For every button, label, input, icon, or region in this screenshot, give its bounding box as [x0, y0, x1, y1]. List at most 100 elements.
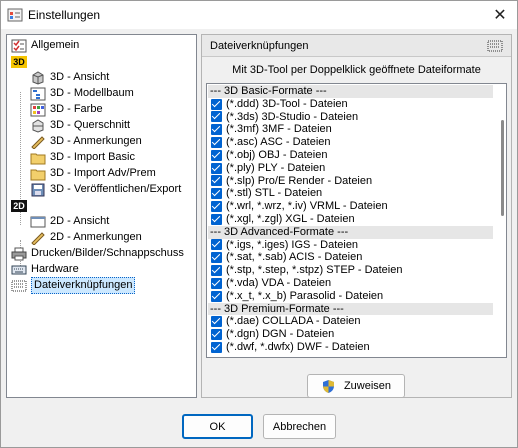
tree-item-label: 3D - Querschnitt — [50, 119, 131, 131]
format-list-item[interactable]: (*.vda) VDA - Dateien — [208, 277, 493, 290]
checkbox[interactable] — [211, 201, 222, 213]
format-label: (*.stl) STL - Dateien — [226, 187, 323, 200]
list-scrollbar[interactable] — [501, 120, 504, 216]
format-label: (*.wrl, *.wrz, *.iv) VRML - Dateien — [226, 200, 388, 213]
checkbox[interactable] — [211, 341, 222, 353]
save-icon — [31, 183, 45, 196]
checkbox[interactable] — [211, 124, 222, 136]
format-list-item[interactable]: (*.ddd) 3D-Tool - Dateien — [208, 98, 493, 111]
tree-item-label: 3D - Ansicht — [50, 71, 110, 83]
ok-button[interactable]: OK — [182, 414, 253, 439]
format-label: (*.stp, *.step, *.stpz) STEP - Dateien — [226, 264, 403, 277]
tree-item-label: 3D - Modellbaum — [50, 87, 134, 99]
tree-item-2d[interactable]: 2D — [11, 198, 31, 213]
checkbox[interactable] — [211, 188, 222, 200]
assign-button[interactable]: Zuweisen — [307, 374, 405, 398]
tree-item-3d-import-adv[interactable]: 3D - Import Adv/Prem — [30, 166, 156, 181]
checkbox[interactable] — [211, 265, 222, 277]
cube-icon — [32, 70, 44, 85]
format-label: (*.igs, *.iges) IGS - Dateien — [226, 238, 359, 251]
format-list-item[interactable]: (*.dae) COLLADA - Dateien — [208, 315, 493, 328]
format-list-item[interactable]: (*.stp, *.step, *.stpz) STEP - Dateien — [208, 264, 493, 277]
format-label: (*.sat, *.sab) ACIS - Dateien — [226, 251, 363, 264]
tree-item-label: 3D - Anmerkungen — [50, 135, 142, 147]
format-list-item[interactable]: (*.3mf) 3MF - Dateien — [208, 123, 493, 136]
tree-item-label: Drucken/Bilder/Schnappschuss — [31, 247, 184, 259]
cancel-button-label: Abbrechen — [272, 420, 327, 433]
format-label: (*.asc) ASC - Dateien — [226, 136, 331, 149]
format-group-label: --- 3D Premium-Formate --- — [210, 302, 344, 315]
format-list-item[interactable]: (*.stl) STL - Dateien — [208, 187, 493, 200]
checkbox[interactable] — [211, 98, 222, 110]
tree-item-3d-ansicht[interactable]: 3D - Ansicht — [30, 70, 109, 85]
format-list-item[interactable]: (*.3ds) 3D-Studio - Dateien — [208, 111, 493, 124]
format-list-item[interactable]: (*.xgl, *.zgl) XGL - Dateien — [208, 213, 493, 226]
checkbox[interactable] — [211, 252, 222, 264]
checkbox[interactable] — [211, 290, 222, 302]
tree-item-2d-ansicht[interactable]: 2D - Ansicht — [30, 214, 109, 229]
format-list[interactable]: --- 3D Basic-Formate --- (*.ddd) 3D-Tool … — [206, 83, 507, 358]
tree-item-label: 3D - Import Adv/Prem — [50, 167, 156, 179]
printer-icon — [11, 247, 27, 260]
tree-item-label: Dateiverknüpfungen — [31, 277, 136, 294]
folder-icon — [30, 153, 46, 164]
tree-item-drucken[interactable]: Drucken/Bilder/Schnappschuss — [11, 246, 184, 261]
tree-item-3d[interactable]: 3D — [11, 54, 31, 69]
format-list-item[interactable]: (*.sat, *.sab) ACIS - Dateien — [208, 251, 493, 264]
checkbox[interactable] — [211, 239, 222, 251]
format-group-header: --- 3D Advanced-Formate --- — [208, 225, 493, 239]
tree-item-label: 2D - Ansicht — [50, 215, 110, 227]
checkbox[interactable] — [211, 213, 222, 225]
checkbox[interactable] — [211, 175, 222, 187]
format-list-item[interactable]: (*.dgn) DGN - Dateien — [208, 328, 493, 341]
format-label: (*.ddd) 3D-Tool - Dateien — [226, 97, 348, 110]
ok-button-label: OK — [209, 420, 226, 433]
checkbox[interactable] — [211, 111, 222, 123]
format-list-item[interactable]: (*.obj) OBJ - Dateien — [208, 149, 493, 162]
panel-header: Dateiverknüpfungen — [202, 35, 511, 57]
tree-item-hardware[interactable]: Hardware — [11, 262, 79, 277]
format-label: (*.vda) VDA - Dateien — [226, 277, 332, 289]
format-list-item[interactable]: (*.asc) ASC - Dateien — [208, 136, 493, 149]
panel-title: Dateiverknüpfungen — [210, 40, 309, 52]
format-label: (*.obj) OBJ - Dateien — [226, 149, 328, 161]
assign-button-label: Zuweisen — [343, 380, 392, 392]
format-label: (*.3ds) 3D-Studio - Dateien — [226, 110, 359, 123]
format-label: (*.slp) Pro/E Render - Dateien — [226, 174, 373, 187]
checkbox[interactable] — [211, 316, 222, 328]
checkbox[interactable] — [211, 137, 222, 149]
cancel-button[interactable]: Abbrechen — [263, 414, 336, 439]
tree-item-label: 2D - Anmerkungen — [50, 231, 142, 243]
tree-item-3d-farbe[interactable]: 3D - Farbe — [30, 102, 103, 117]
2d-badge-icon: 2D — [11, 199, 27, 212]
format-list-item[interactable]: (*.dwf, *.dwfx) DWF - Dateien — [208, 341, 493, 354]
format-list-item[interactable]: (*.wrl, *.wrz, *.iv) VRML - Dateien — [208, 200, 493, 213]
checkbox[interactable] — [211, 277, 222, 289]
format-label: (*.3mf) 3MF - Dateien — [226, 123, 332, 136]
checkbox[interactable] — [211, 149, 222, 161]
tree-item-2d-anmerkungen[interactable]: 2D - Anmerkungen — [30, 230, 142, 245]
keyboard-icon — [11, 265, 27, 274]
tree-item-3d-querschnitt[interactable]: 3D - Querschnitt — [30, 118, 130, 133]
settings-tree[interactable]: Allgemein 3D 3D - Ansicht 3D - Modellbau… — [6, 34, 197, 398]
file-associations-panel: Dateiverknüpfungen Mit 3D-Tool per Doppe… — [201, 34, 512, 398]
format-label: (*.ply) PLY - Dateien — [226, 161, 326, 174]
tree-item-3d-anmerkungen[interactable]: 3D - Anmerkungen — [30, 134, 142, 149]
tree-item-label: 3D - Farbe — [50, 103, 103, 115]
tree-icon — [30, 87, 46, 100]
tree-item-allgemein[interactable]: Allgemein — [11, 38, 79, 53]
checklist-icon — [11, 39, 27, 52]
format-list-item[interactable]: (*.ply) PLY - Dateien — [208, 162, 493, 175]
window-icon — [30, 216, 46, 227]
checkbox[interactable] — [211, 329, 222, 341]
tree-item-3d-import-basic[interactable]: 3D - Import Basic — [30, 150, 135, 165]
format-list-item[interactable]: (*.slp) Pro/E Render - Dateien — [208, 175, 493, 188]
close-button[interactable]: ✕ — [483, 1, 517, 29]
checkbox[interactable] — [211, 162, 222, 174]
tree-item-3d-export[interactable]: 3D - Veröffentlichen/Export — [30, 182, 181, 197]
format-group-label: --- 3D Basic-Formate --- — [210, 85, 327, 97]
tree-item-3d-modellbaum[interactable]: 3D - Modellbaum — [30, 86, 134, 101]
format-list-item[interactable]: (*.igs, *.iges) IGS - Dateien — [208, 239, 493, 252]
format-list-item[interactable]: (*.x_t, *.x_b) Parasolid - Dateien — [208, 290, 493, 303]
tree-item-dateiverknuepfungen[interactable]: Dateiverknüpfungen — [11, 277, 136, 294]
